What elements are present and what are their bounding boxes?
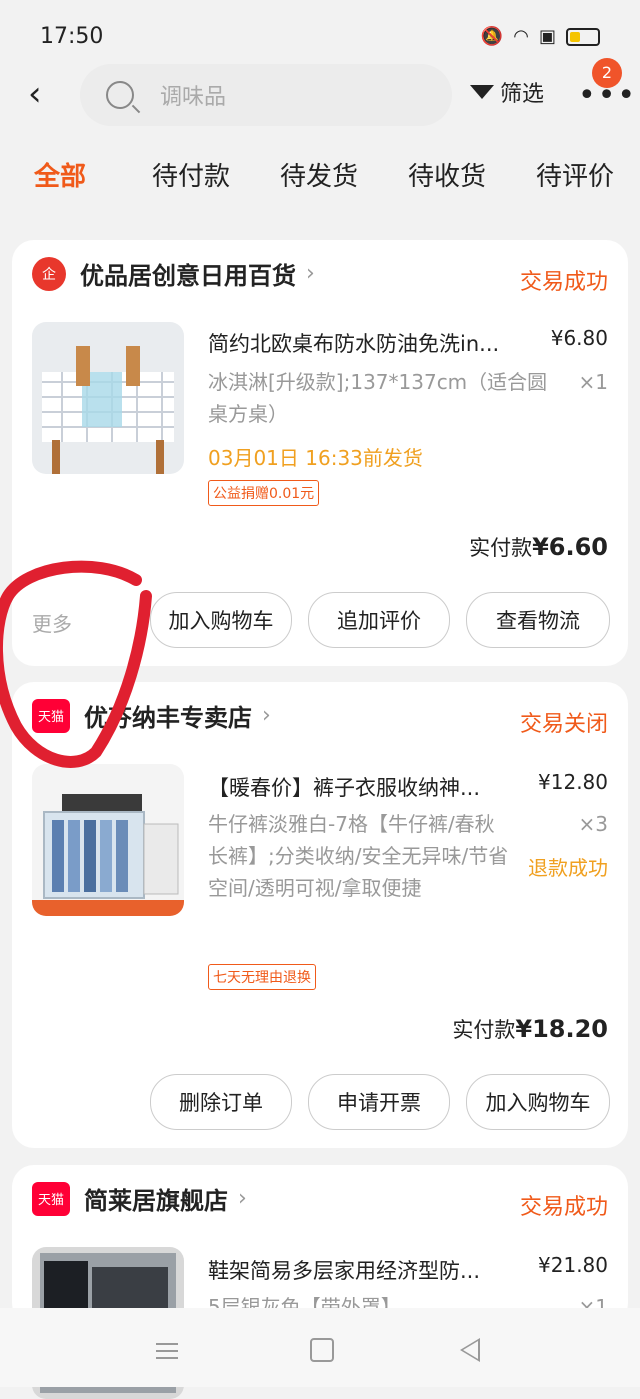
product-price: ¥21.80: [538, 1253, 608, 1277]
return-policy-tag: 七天无理由退换: [208, 964, 316, 990]
total-label: 实付款: [452, 1018, 516, 1042]
product-qty: ×1: [578, 370, 608, 394]
search-input[interactable]: 调味品: [80, 64, 452, 126]
tab-pending-shipment[interactable]: 待发货: [280, 156, 358, 193]
back-nav-icon[interactable]: [460, 1338, 480, 1362]
system-nav-bar: [0, 1308, 640, 1387]
product-title[interactable]: 【暖春价】裤子衣服收纳神...: [208, 772, 534, 802]
filter-button[interactable]: 筛选: [470, 76, 544, 108]
mute-icon: 🔕: [480, 26, 504, 47]
add-to-cart-button[interactable]: 加入购物车: [150, 592, 292, 648]
product-image[interactable]: [32, 322, 184, 474]
charity-tag: 公益捐赠0.01元: [208, 480, 320, 506]
total-label: 实付款: [469, 536, 533, 560]
back-icon[interactable]: ‹: [28, 76, 58, 112]
order-status: 交易关闭: [519, 712, 608, 737]
total-value: ¥18.20: [515, 1015, 608, 1043]
status-icons: 🔕 ◠ ▣: [481, 26, 600, 47]
order-total: 实付款¥18.20: [452, 1014, 608, 1044]
product-price: ¥6.80: [550, 326, 608, 350]
search-icon: [106, 81, 134, 109]
request-invoice-button[interactable]: 申请开票: [308, 1074, 450, 1130]
shop-name: 简莱居旗舰店: [84, 1187, 228, 1215]
battery-icon: [566, 27, 600, 46]
filter-icon: [470, 85, 494, 99]
shop-row[interactable]: 天猫 简莱居旗舰店 ›: [32, 1181, 247, 1216]
search-placeholder: 调味品: [160, 85, 227, 110]
tab-pending-receipt[interactable]: 待收货: [408, 156, 486, 193]
wifi-icon: ◠: [513, 26, 529, 47]
chevron-right-icon: ›: [238, 1186, 247, 1211]
top-bar: ‹ 调味品 筛选 •••: [0, 62, 640, 128]
product-title[interactable]: 简约北欧桌布防水防油免洗in...: [208, 328, 534, 358]
product-price: ¥12.80: [538, 770, 608, 794]
add-review-button[interactable]: 追加评价: [308, 592, 450, 648]
view-logistics-button[interactable]: 查看物流: [466, 592, 610, 648]
product-image[interactable]: [32, 764, 184, 916]
clock: 17:50: [40, 24, 104, 49]
order-status: 交易成功: [519, 1195, 608, 1220]
sim-icon: ▣: [538, 26, 556, 47]
product-spec: 牛仔裤淡雅白-7格【牛仔裤/春秋长裤】;分类收纳/安全无异味/节省空间/透明可视…: [208, 812, 509, 900]
shop-logo-icon: 企: [32, 256, 66, 291]
chevron-right-icon: ›: [306, 261, 315, 286]
shop-row[interactable]: 企 优品居创意日用百货 ›: [32, 256, 315, 291]
delete-order-button[interactable]: 删除订单: [150, 1074, 292, 1130]
shop-name: 优品居创意日用百货: [80, 262, 296, 290]
tab-pending-payment[interactable]: 待付款: [152, 156, 230, 193]
order-card: 天猫 简莱居旗舰店 › 交易成功 鞋架简易多层家用经济型防... ¥21.80 …: [12, 1165, 628, 1399]
product-title[interactable]: 鞋架简易多层家用经济型防...: [208, 1255, 534, 1285]
filter-label: 筛选: [500, 82, 545, 107]
tab-pending-review[interactable]: 待评价: [536, 156, 614, 193]
product-qty: ×3: [578, 812, 608, 836]
notification-badge: 2: [592, 58, 622, 88]
red-circle-annotation: [0, 560, 152, 768]
order-status: 交易成功: [519, 270, 608, 295]
total-value: ¥6.60: [532, 533, 608, 561]
recent-apps-icon[interactable]: [156, 1338, 178, 1364]
refund-status: 退款成功: [528, 856, 608, 880]
tab-all[interactable]: 全部: [34, 156, 86, 193]
add-to-cart-button[interactable]: 加入购物车: [466, 1074, 610, 1130]
tmall-logo-icon: 天猫: [32, 1181, 70, 1216]
more-icon[interactable]: •••: [578, 81, 637, 111]
chevron-right-icon: ›: [262, 703, 271, 728]
product-spec: 冰淇淋[升级款];137*137cm（适合圆桌方桌）: [208, 370, 548, 426]
order-tabs: 全部 待付款 待发货 待收货 待评价: [0, 140, 640, 204]
order-total: 实付款¥6.60: [469, 532, 608, 562]
status-bar: 17:50 🔕 ◠ ▣: [0, 0, 640, 70]
home-icon[interactable]: [310, 1338, 334, 1362]
ship-deadline: 03月01日 16:33前发货: [208, 446, 423, 470]
